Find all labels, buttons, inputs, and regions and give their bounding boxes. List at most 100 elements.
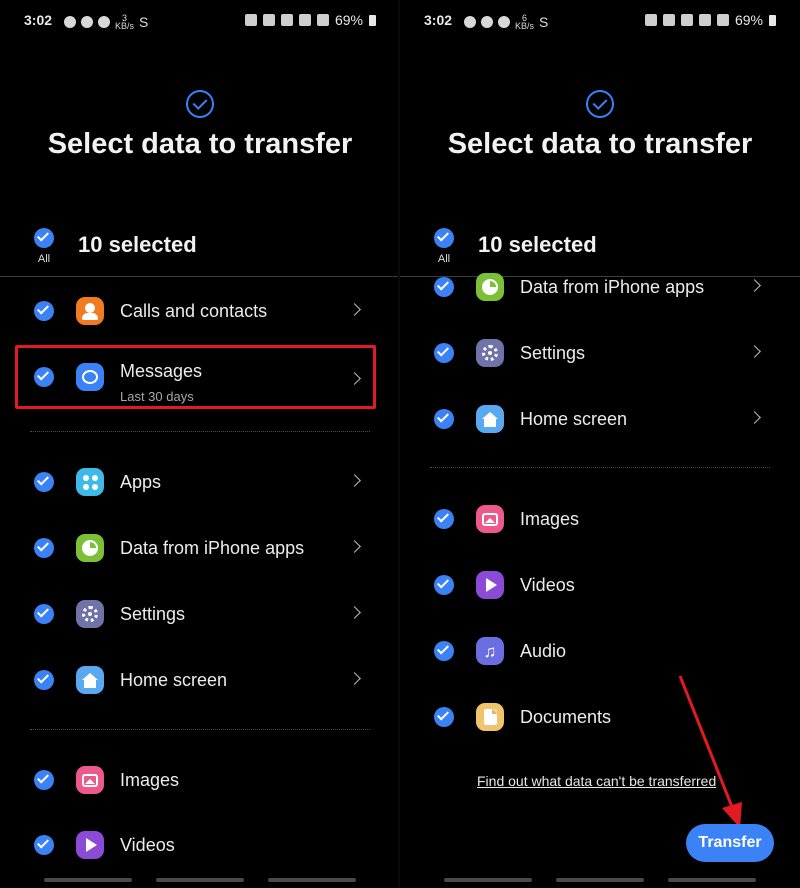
mute-icon [262,14,275,26]
list-item[interactable]: Videos [400,560,800,610]
item-checkbox[interactable] [434,575,454,595]
item-checkbox[interactable] [34,538,54,558]
check-icon [36,539,50,552]
list-item[interactable]: ♫ Audio [400,626,800,676]
pie-chart-icon [476,273,504,301]
battery-percentage: 69% [334,12,363,28]
snapchat-icon [98,16,110,28]
check-icon [36,605,50,618]
item-checkbox[interactable] [34,835,54,855]
selected-count: 10 selected [478,232,597,257]
item-label: Audio [520,641,567,661]
check-icon [36,771,50,784]
nav-bar-handle[interactable] [556,878,644,882]
signal-icon [698,14,711,26]
check-icon [436,410,450,423]
whatsapp-icon [498,16,510,28]
list-item[interactable]: Data from iPhone apps [0,523,400,573]
section-divider [430,467,770,468]
wifi-icon [680,14,693,26]
item-checkbox[interactable] [434,277,454,297]
item-checkbox[interactable] [434,343,454,363]
chevron-right-icon [348,303,361,316]
list-item[interactable]: Images [0,755,400,805]
select-all-checkbox[interactable] [34,228,54,248]
nav-bar-handle[interactable] [268,878,356,882]
item-label: Documents [520,707,612,727]
list-item[interactable]: Settings [0,589,400,639]
item-checkbox[interactable] [434,707,454,727]
select-all-checkbox[interactable] [434,228,454,248]
home-icon [76,666,104,694]
notification-icons: 6 KB/s S [464,14,549,31]
chevron-right-icon [748,279,761,292]
s-glyph-icon: S [139,14,149,30]
list-item[interactable]: Settings [400,328,800,378]
item-checkbox[interactable] [34,301,54,321]
nav-bar-handle[interactable] [156,878,244,882]
item-label: Images [120,770,180,790]
chevron-right-icon [348,672,361,685]
list-item[interactable]: Home screen [400,394,800,444]
nav-bar-handle[interactable] [44,878,132,882]
red-arrow-annotation [678,675,742,828]
right-screen: 3:02 6 KB/s S 69% Select data to transfe… [400,0,800,888]
checkmark-circle-icon [586,90,614,118]
page-title: Select data to transfer [47,128,353,160]
divider [0,276,400,277]
item-label: Home screen [520,409,628,429]
s-glyph-icon: S [539,14,549,30]
signal-icon [716,14,729,26]
item-checkbox[interactable] [434,409,454,429]
snapchat-icon [81,16,93,28]
notification-icons: 3 KB/s S [64,14,149,31]
check-icon [36,302,50,315]
nav-bar-handle[interactable] [444,878,532,882]
item-label: Settings [520,343,586,363]
chevron-right-icon [748,411,761,424]
pie-chart-icon [76,534,104,562]
list-item[interactable]: Videos [0,820,400,870]
document-icon [476,703,504,731]
check-icon [436,344,450,357]
item-checkbox[interactable] [34,604,54,624]
item-checkbox[interactable] [434,509,454,529]
check-icon [36,836,50,849]
all-label: All [37,253,51,265]
nav-bar-handle[interactable] [668,878,756,882]
item-label: Apps [120,472,162,492]
item-checkbox[interactable] [34,770,54,790]
check-icon [436,229,450,242]
item-label: Data from iPhone apps [520,277,705,297]
list-item[interactable]: Calls and contacts [0,286,400,336]
snapchat-icon [464,16,476,28]
list-item[interactable]: Home screen [0,655,400,705]
checkmark-circle-icon [186,90,214,118]
item-label: Images [520,509,580,529]
chevron-right-icon [348,606,361,619]
check-icon [36,229,50,242]
page-title: Select data to transfer [447,128,753,160]
system-icons: 69% [644,12,776,28]
image-icon [76,766,104,794]
chevron-right-icon [348,474,361,487]
item-checkbox[interactable] [34,472,54,492]
left-screen: 3:02 3 KB/s S 69% Select data to transfe… [0,0,400,888]
status-bar: 3:02 3 KB/s S 69% [24,12,376,32]
list-item[interactable]: Apps [0,457,400,507]
list-item[interactable]: Images [400,494,800,544]
item-label: Calls and contacts [120,301,268,321]
chevron-right-icon [748,345,761,358]
item-label: Home screen [120,670,228,690]
item-checkbox[interactable] [434,641,454,661]
item-checkbox[interactable] [34,670,54,690]
transfer-button[interactable]: Transfer [686,824,774,862]
gear-icon [76,600,104,628]
item-label: Videos [120,835,175,855]
battery-icon [369,14,376,26]
wifi-icon [280,14,293,26]
list-item[interactable]: Data from iPhone apps [400,262,800,312]
whatsapp-icon [64,16,76,28]
person-icon [76,297,104,325]
play-icon [76,831,104,859]
